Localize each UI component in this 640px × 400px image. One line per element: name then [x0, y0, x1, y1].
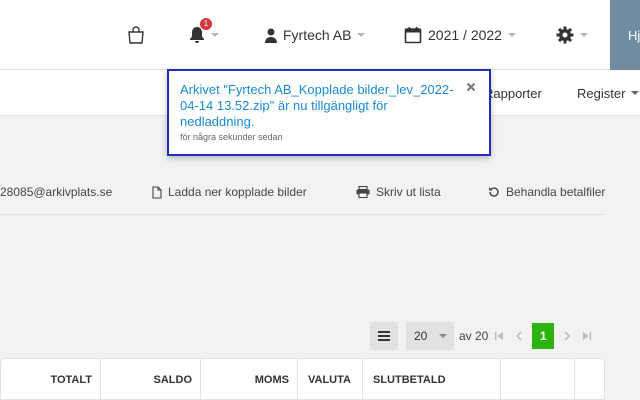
- shopping-bag-icon: [126, 25, 146, 45]
- printer-icon: [356, 186, 370, 198]
- company-name: Fyrtech AB: [283, 27, 352, 43]
- print-list-button[interactable]: Skriv ut lista: [356, 185, 441, 199]
- print-list-label: Skriv ut lista: [376, 185, 441, 199]
- archive-email: 28085@arkivplats.se: [0, 185, 113, 199]
- next-page-button[interactable]: [562, 331, 576, 341]
- action-bar: 28085@arkivplats.se Ladda ner kopplade b…: [0, 170, 640, 214]
- download-images-button[interactable]: Ladda ner kopplade bilder: [152, 185, 307, 199]
- menu-item-label: Register: [577, 85, 626, 101]
- chevron-down-icon: [211, 33, 219, 37]
- settings-button[interactable]: [556, 0, 588, 70]
- notification-timestamp: för några sekunder sedan: [180, 132, 283, 142]
- fiscal-year-label: 2021 / 2022: [428, 27, 502, 43]
- download-images-label: Ladda ner kopplade bilder: [168, 185, 307, 199]
- column-header-valuta[interactable]: VALUTA: [298, 359, 363, 400]
- chevron-down-icon: [631, 91, 640, 95]
- chevron-down-icon: [439, 334, 448, 338]
- chevron-down-icon: [507, 33, 516, 37]
- divider: [0, 214, 605, 215]
- chevron-down-icon: [580, 33, 588, 37]
- column-header-saldo[interactable]: SALDO: [101, 359, 201, 400]
- fiscal-year-selector[interactable]: 2021 / 2022: [404, 0, 516, 70]
- column-header-blank: [575, 359, 605, 400]
- current-page-button[interactable]: 1: [532, 323, 555, 349]
- notification-count-badge: 1: [200, 18, 212, 30]
- calendar-icon: [404, 26, 422, 44]
- company-selector[interactable]: Fyrtech AB: [265, 0, 366, 70]
- download-ready-notification: Arkivet "Fyrtech AB_Kopplade bilder_lev_…: [167, 69, 491, 156]
- process-payment-files-label: Behandla betalfiler: [506, 185, 606, 199]
- menu-item-label: Rapporter: [484, 85, 542, 101]
- pagination: 20 av 20 1: [370, 321, 596, 351]
- menu-item-register[interactable]: Register: [577, 70, 640, 116]
- previous-page-button[interactable]: [514, 331, 528, 341]
- file-icon: [152, 185, 162, 199]
- column-header-totalt[interactable]: TOTALT: [1, 359, 101, 400]
- list-icon: [378, 331, 390, 341]
- invoice-table: TOTALT SALDO MOMS VALUTA SLUTBETALD: [0, 358, 605, 400]
- chevron-down-icon: [357, 33, 366, 37]
- column-header-moms[interactable]: MOMS: [201, 359, 298, 400]
- help-button[interactable]: Hj: [610, 0, 640, 70]
- page-size-select[interactable]: 20: [406, 322, 454, 350]
- menu-item-rapporter[interactable]: Rapporter: [484, 70, 542, 116]
- first-page-button[interactable]: [494, 331, 508, 341]
- user-icon: [265, 28, 277, 43]
- close-icon[interactable]: [466, 82, 476, 92]
- list-view-button[interactable]: [370, 322, 398, 350]
- page-size-value: 20: [414, 329, 428, 343]
- column-header-blank: [501, 359, 575, 400]
- column-header-slutbetald[interactable]: SLUTBETALD: [363, 359, 501, 400]
- last-page-button[interactable]: [582, 331, 596, 341]
- notifications-button[interactable]: 1: [189, 0, 219, 70]
- notification-message-link[interactable]: Arkivet "Fyrtech AB_Kopplade bilder_lev_…: [180, 82, 463, 130]
- cart-button[interactable]: [126, 0, 146, 70]
- gear-icon: [556, 26, 574, 44]
- top-bar: 1 Fyrtech AB 2021 / 2022 Hj: [0, 0, 640, 70]
- undo-icon: [488, 186, 500, 198]
- total-count-text: av 20: [459, 329, 489, 343]
- bell-icon: 1: [189, 18, 212, 44]
- process-payment-files-button[interactable]: Behandla betalfiler: [488, 185, 605, 199]
